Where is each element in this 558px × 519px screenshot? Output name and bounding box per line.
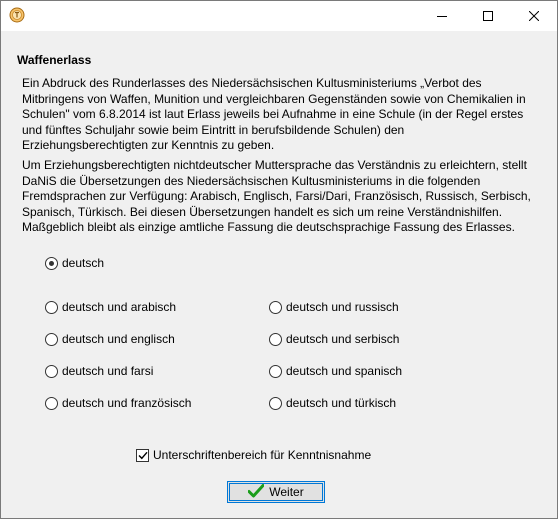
radio-label: deutsch und serbisch <box>286 332 400 346</box>
dialog-heading: Waffenerlass <box>17 53 92 67</box>
dialog-window: Waffenerlass Ein Abdruck des Runderlasse… <box>0 0 558 519</box>
radio-deutsch-spanisch[interactable]: deutsch und spanisch <box>269 363 402 379</box>
radio-deutsch[interactable]: deutsch <box>45 255 104 271</box>
radio-label: deutsch <box>62 256 105 270</box>
intro-line: Mitbringens von Waffen, Munition und ver… <box>22 91 526 106</box>
radio-label: deutsch und arabisch <box>62 300 177 314</box>
radio-deutsch-farsi[interactable]: deutsch und farsi <box>45 363 153 379</box>
radio-deutsch-russisch[interactable]: deutsch und russisch <box>269 299 399 315</box>
translation-paragraph: Um Erziehungsberechtigten nichtdeutscher… <box>22 158 542 236</box>
translation-line: Um Erziehungsberechtigten nichtdeutscher… <box>22 158 527 172</box>
minimize-icon <box>437 16 447 17</box>
minimize-button[interactable] <box>419 1 465 31</box>
close-button[interactable] <box>511 1 557 31</box>
checkbox-box[interactable] <box>136 448 149 462</box>
weiter-button-label: Weiter <box>269 485 304 499</box>
signature-area-checkbox[interactable]: Unterschriftenbereich für Kenntnisnahme <box>136 448 371 462</box>
maximize-button[interactable] <box>465 1 511 31</box>
app-icon <box>9 7 25 23</box>
radio-label: deutsch und türkisch <box>286 396 397 410</box>
translation-line: Fremdsprachen zur Verfügung: Arabisch, E… <box>22 189 531 203</box>
translation-line: Spanisch, Türkisch. Bei diesen Übersetzu… <box>22 204 503 219</box>
radio-indicator[interactable] <box>269 300 282 314</box>
maximize-icon <box>483 11 493 21</box>
translation-line: DaNiS die Übersetzungen des Niedersächsi… <box>22 173 481 188</box>
radio-indicator[interactable] <box>45 364 58 378</box>
radio-indicator[interactable] <box>45 300 58 314</box>
dialog-content: Waffenerlass Ein Abdruck des Runderlasse… <box>2 32 556 518</box>
radio-deutsch-arabisch[interactable]: deutsch und arabisch <box>45 299 176 315</box>
checkmark-icon <box>138 451 148 459</box>
intro-paragraph: Ein Abdruck des Runderlasses des Nieders… <box>22 76 542 154</box>
radio-indicator[interactable] <box>269 396 282 410</box>
radio-label: deutsch und russisch <box>286 300 399 314</box>
radio-label: deutsch und französisch <box>62 396 192 410</box>
radio-deutsch-serbisch[interactable]: deutsch und serbisch <box>269 331 399 347</box>
close-icon <box>529 11 539 21</box>
intro-line: und fünftes Schuljahr sowie beim Eintrit… <box>22 122 405 137</box>
radio-label: deutsch und englisch <box>62 332 175 346</box>
radio-indicator[interactable] <box>45 332 58 346</box>
radio-indicator[interactable] <box>45 396 58 410</box>
intro-line: Ein Abdruck des Runderlasses des Nieders… <box>22 76 482 90</box>
radio-deutsch-englisch[interactable]: deutsch und englisch <box>45 331 175 347</box>
intro-line: Schulen" vom 6.8.2014 ist laut Erlass je… <box>22 107 524 121</box>
radio-selected-indicator[interactable] <box>45 256 58 270</box>
radio-indicator[interactable] <box>269 364 282 378</box>
radio-deutsch-tuerkisch[interactable]: deutsch und türkisch <box>269 395 396 411</box>
checkbox-label: Unterschriftenbereich für Kenntnisnahme <box>153 448 372 462</box>
weiter-button[interactable]: Weiter <box>227 481 325 503</box>
checkmark-icon <box>247 483 265 501</box>
radio-indicator[interactable] <box>269 332 282 346</box>
radio-label: deutsch und spanisch <box>286 364 403 378</box>
title-bar <box>1 1 557 31</box>
radio-deutsch-franzoesisch[interactable]: deutsch und französisch <box>45 395 191 411</box>
translation-line: Maßgeblich bleibt als einzige amtliche F… <box>22 220 515 234</box>
radio-label: deutsch und farsi <box>62 364 154 378</box>
intro-line: Erziehungsberechtigten zur Kenntnis zu g… <box>22 138 275 152</box>
